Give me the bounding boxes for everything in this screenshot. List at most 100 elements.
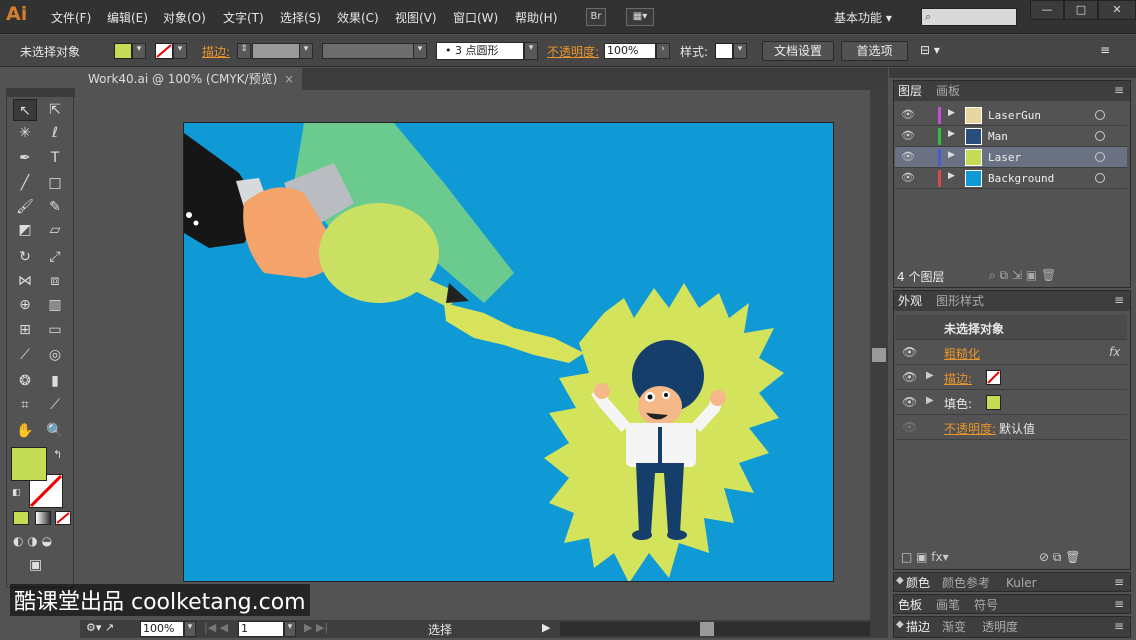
- blob-brush-tool-icon[interactable]: ◩: [13, 219, 37, 241]
- menu-type[interactable]: 文字(T): [223, 9, 264, 26]
- stroke-expand-icon[interactable]: ▶: [926, 370, 934, 381]
- menu-edit[interactable]: 编辑(E): [107, 9, 148, 26]
- color-group-menu-icon[interactable]: ≡: [1114, 575, 1124, 589]
- layer-expand-icon[interactable]: ▶: [948, 150, 955, 160]
- brush-dropdown-icon[interactable]: ▾: [524, 42, 538, 60]
- panel-dock-grip[interactable]: [889, 68, 1136, 78]
- tab-transparency[interactable]: 透明度: [982, 617, 1018, 637]
- rotate-tool-icon[interactable]: ↻: [13, 246, 37, 268]
- menu-effect[interactable]: 效果(C): [337, 9, 379, 26]
- layer-name[interactable]: Man: [988, 130, 1008, 143]
- layer-target-icon[interactable]: [1095, 110, 1105, 120]
- fill-color-box[interactable]: [11, 447, 47, 481]
- default-colors-icon[interactable]: ◧: [12, 488, 21, 498]
- fx-icon[interactable]: fx: [1109, 345, 1120, 359]
- fill-expand-icon[interactable]: ▶: [926, 395, 934, 406]
- symbol-sprayer-tool-icon[interactable]: ❂: [13, 370, 37, 392]
- none-mode-icon[interactable]: [55, 511, 71, 525]
- shape-builder-tool-icon[interactable]: ⊕: [13, 294, 37, 316]
- free-transform-tool-icon[interactable]: ⧈: [43, 270, 67, 292]
- layers-panel-menu-icon[interactable]: ≡: [1114, 83, 1124, 97]
- stroke-group-expand-icon[interactable]: ◆: [896, 619, 904, 630]
- pen-tool-icon[interactable]: ✒: [13, 147, 37, 169]
- visibility-eye-icon[interactable]: 👁: [901, 108, 915, 121]
- document-tab[interactable]: Work40.ai @ 100% (CMYK/预览) ×: [80, 68, 302, 90]
- layer-name[interactable]: LaserGun: [988, 109, 1041, 122]
- horizontal-scrollbar[interactable]: [560, 622, 870, 636]
- effect-label[interactable]: 粗糙化: [944, 345, 980, 362]
- appearance-effect-row[interactable]: 👁 粗糙化 fx: [895, 340, 1127, 365]
- appearance-opacity-row[interactable]: 👁 不透明度: 默认值: [895, 415, 1127, 440]
- column-graph-tool-icon[interactable]: ▮: [43, 370, 67, 392]
- mesh-tool-icon[interactable]: ⊞: [13, 319, 37, 341]
- layer-row[interactable]: 👁 ▶ Background: [895, 168, 1127, 189]
- tab-graphic-styles[interactable]: 图形样式: [936, 291, 984, 311]
- stroke-dropdown-icon[interactable]: ▾: [173, 43, 187, 59]
- blend-tool-icon[interactable]: ◎: [43, 344, 67, 366]
- pencil-tool-icon[interactable]: ✎: [43, 196, 67, 218]
- tab-stroke[interactable]: 描边: [906, 617, 930, 637]
- layer-row[interactable]: 👁 ▶ Man: [895, 126, 1127, 147]
- opacity-dropdown-icon[interactable]: ›: [656, 43, 670, 59]
- layer-row[interactable]: 👁 ▶ Laser: [895, 147, 1127, 168]
- fill-visibility-icon[interactable]: 👁: [902, 395, 917, 409]
- brush-definition-select[interactable]: • 3 点圆形: [436, 42, 524, 60]
- tools-panel-grip[interactable]: [7, 89, 75, 97]
- layer-target-icon[interactable]: [1095, 131, 1105, 141]
- close-icon[interactable]: ✕: [1098, 0, 1136, 20]
- layer-target-icon[interactable]: [1095, 173, 1105, 183]
- stroke-none-swatch[interactable]: [986, 370, 1001, 385]
- visibility-eye-icon[interactable]: 👁: [901, 129, 915, 142]
- status-arrow-icon[interactable]: ▶: [542, 621, 550, 634]
- color-mode-icon[interactable]: [13, 511, 29, 525]
- style-swatch[interactable]: [715, 43, 733, 59]
- tab-brushes[interactable]: 画笔: [936, 595, 960, 615]
- scale-tool-icon[interactable]: ⤢: [43, 246, 67, 268]
- eraser-tool-icon[interactable]: ▱: [43, 219, 67, 241]
- minimize-icon[interactable]: —: [1030, 0, 1064, 20]
- menu-window[interactable]: 窗口(W): [453, 9, 498, 26]
- maximize-icon[interactable]: □: [1064, 0, 1098, 20]
- tab-gradient[interactable]: 渐变: [942, 617, 966, 637]
- eyedropper-tool-icon[interactable]: ⟋: [13, 344, 37, 366]
- fill-row-swatch[interactable]: [986, 395, 1001, 410]
- gradient-mode-icon[interactable]: [35, 511, 51, 525]
- stroke-group-menu-icon[interactable]: ≡: [1114, 619, 1124, 633]
- tab-appearance[interactable]: 外观: [898, 291, 922, 311]
- opacity-row-label[interactable]: 不透明度:: [944, 420, 996, 437]
- workspace-switcher[interactable]: 基本功能 ▾: [834, 9, 892, 26]
- stroke-row-label[interactable]: 描边:: [944, 370, 972, 387]
- vertical-scroll-thumb[interactable]: [872, 348, 886, 362]
- menu-select[interactable]: 选择(S): [280, 9, 321, 26]
- appearance-fill-row[interactable]: 👁 ▶ 填色:: [895, 390, 1127, 415]
- bridge-button[interactable]: Br: [586, 8, 606, 26]
- layer-name[interactable]: Background: [988, 172, 1054, 185]
- draw-mode-icons[interactable]: ◐ ◑ ◒: [13, 534, 52, 548]
- stroke-weight-stepper[interactable]: ⇕: [237, 43, 251, 59]
- rectangle-tool-icon[interactable]: □: [43, 172, 67, 194]
- magic-wand-tool-icon[interactable]: ✳: [13, 122, 37, 144]
- fill-dropdown-icon[interactable]: ▾: [132, 43, 146, 59]
- arrange-docs-icon[interactable]: ▦▾: [626, 8, 654, 26]
- swatches-group-menu-icon[interactable]: ≡: [1114, 597, 1124, 611]
- color-group-expand-icon[interactable]: ◆: [896, 575, 904, 586]
- tab-artboards[interactable]: 画板: [936, 81, 960, 101]
- artboard-tool-icon[interactable]: ⌗: [13, 394, 37, 416]
- layer-expand-icon[interactable]: ▶: [948, 171, 955, 181]
- menu-help[interactable]: 帮助(H): [515, 9, 557, 26]
- line-tool-icon[interactable]: ╱: [13, 172, 37, 194]
- layers-footer-icons[interactable]: ⌕ ⧉ ⇲ ▣ 🗑: [989, 268, 1056, 283]
- layer-expand-icon[interactable]: ▶: [948, 129, 955, 139]
- artboard[interactable]: [183, 122, 834, 582]
- zoom-dropdown-icon[interactable]: ▾: [184, 621, 196, 637]
- preferences-button[interactable]: 首选项: [841, 41, 908, 61]
- layer-target-icon[interactable]: [1095, 152, 1105, 162]
- zoom-tool-icon[interactable]: 🔍: [43, 420, 67, 442]
- tab-color-guide[interactable]: 颜色参考: [942, 573, 990, 593]
- variable-width-select[interactable]: [322, 43, 414, 59]
- opacity-label[interactable]: 不透明度:: [547, 43, 599, 60]
- visibility-eye-icon[interactable]: 👁: [901, 150, 915, 163]
- fill-swatch[interactable]: [114, 43, 132, 59]
- tab-symbols[interactable]: 符号: [974, 595, 998, 615]
- tab-kuler[interactable]: Kuler: [1006, 573, 1037, 593]
